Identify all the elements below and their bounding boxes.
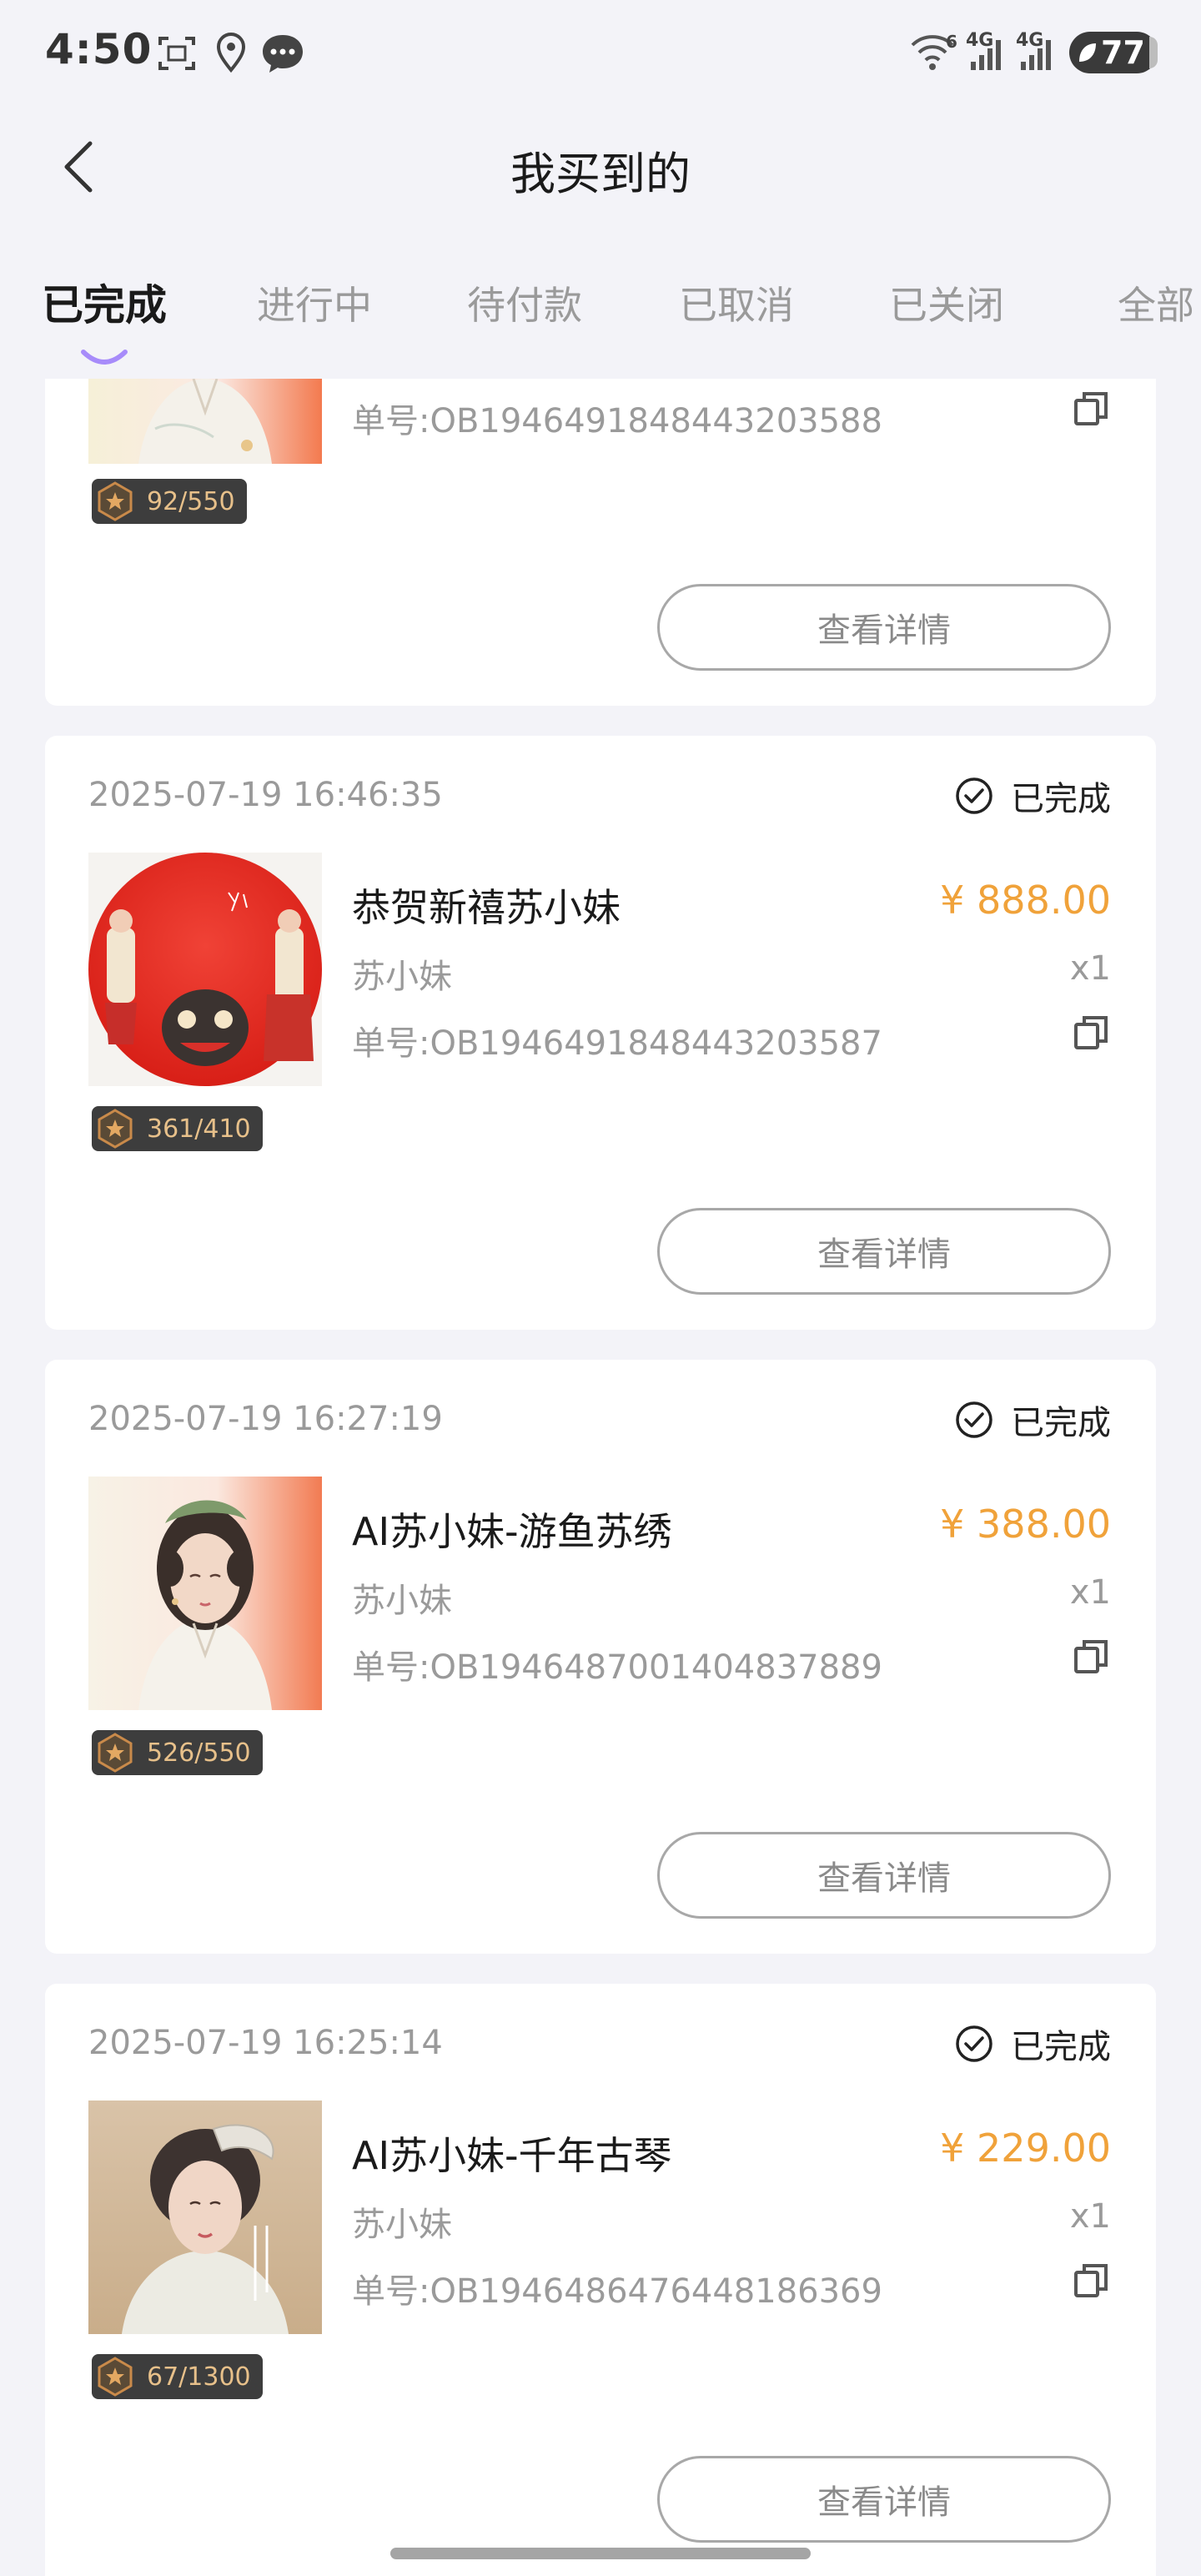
order-number: 单号:OB1946487001404837889 bbox=[352, 1648, 882, 1687]
product-thumbnail[interactable] bbox=[88, 1477, 322, 1710]
order-number: 单号:OB1946491848443203587 bbox=[352, 1024, 882, 1063]
battery-saver-icon bbox=[1079, 43, 1096, 62]
view-details-button[interactable]: 查看详情 bbox=[657, 584, 1111, 671]
check-circle-icon bbox=[956, 777, 992, 814]
tab-in-progress[interactable]: 进行中 bbox=[257, 275, 372, 330]
order-status-tabs: 已完成 进行中 待付款 已取消 已关闭 全部 bbox=[0, 275, 1201, 367]
location-icon bbox=[216, 33, 246, 73]
copy-icon[interactable] bbox=[1071, 2261, 1111, 2301]
star-hexagon-icon bbox=[98, 481, 133, 521]
signal-icon bbox=[971, 40, 1001, 70]
copy-icon[interactable] bbox=[1071, 389, 1111, 429]
new-year-circle-image bbox=[88, 853, 322, 1086]
check-circle-icon bbox=[956, 2025, 992, 2062]
portrait-image bbox=[88, 379, 322, 464]
tab-pending-payment[interactable]: 待付款 bbox=[467, 275, 582, 330]
view-details-button[interactable]: 查看详情 bbox=[657, 1832, 1111, 1919]
order-date: 2025-07-19 16:25:14 bbox=[88, 2024, 443, 2062]
copy-icon[interactable] bbox=[1071, 1013, 1111, 1053]
portrait-image bbox=[88, 1477, 322, 1710]
quantity: x1 bbox=[1069, 1573, 1111, 1612]
star-hexagon-icon bbox=[98, 1109, 133, 1149]
order-date: 2025-07-19 16:27:19 bbox=[88, 1400, 443, 1438]
home-indicator[interactable] bbox=[390, 2548, 811, 2559]
edition-count: 92/550 bbox=[147, 486, 235, 516]
status-time: 4:50 bbox=[45, 25, 153, 73]
product-title[interactable]: AI苏小妹-游鱼苏绣 bbox=[352, 1502, 672, 1557]
message-icon bbox=[263, 35, 303, 73]
order-card: 2025-07-19 16:25:14 已完成 AI苏小妹-千年古琴 ¥ 229… bbox=[45, 1984, 1156, 2576]
order-card: 2025-07-19 16:46:35 已完成 恭贺新禧苏小妹 ¥ 888.00… bbox=[45, 736, 1156, 1330]
order-card: 单号:OB1946491848443203588 92/550 查看详情 bbox=[45, 379, 1156, 706]
edition-badge: 526/550 bbox=[92, 1730, 263, 1775]
active-tab-indicator bbox=[81, 350, 128, 365]
quantity: x1 bbox=[1069, 949, 1111, 988]
status-label: 已完成 bbox=[1011, 780, 1111, 818]
copy-icon[interactable] bbox=[1071, 1637, 1111, 1677]
tab-cancelled[interactable]: 已取消 bbox=[679, 275, 794, 330]
order-status: 已完成 bbox=[954, 774, 1111, 818]
order-number: 单号:OB1946486476448186369 bbox=[352, 2272, 882, 2311]
battery-level: 77 bbox=[1101, 34, 1145, 71]
portrait-image bbox=[88, 2101, 322, 2334]
battery-cap bbox=[1149, 37, 1158, 68]
edition-count: 361/410 bbox=[147, 1114, 251, 1144]
quantity: x1 bbox=[1069, 2197, 1111, 2236]
product-title[interactable]: 恭贺新禧苏小妹 bbox=[352, 878, 621, 933]
tab-closed[interactable]: 已关闭 bbox=[889, 275, 1004, 330]
product-thumbnail[interactable] bbox=[88, 2101, 322, 2334]
page-title: 我买到的 bbox=[510, 148, 691, 200]
order-list[interactable]: 单号:OB1946491848443203588 92/550 查看详情 202… bbox=[0, 379, 1201, 2576]
tab-all[interactable]: 全部 bbox=[1118, 275, 1194, 330]
view-details-button[interactable]: 查看详情 bbox=[657, 2456, 1111, 2543]
tab-completed[interactable]: 已完成 bbox=[42, 272, 167, 332]
product-thumbnail[interactable] bbox=[88, 379, 322, 464]
order-date: 2025-07-19 16:46:35 bbox=[88, 776, 443, 814]
edition-count: 67/1300 bbox=[147, 2362, 251, 2392]
edition-count: 526/550 bbox=[147, 1738, 251, 1768]
seller-name: 苏小妹 bbox=[352, 2206, 452, 2244]
edition-badge: 67/1300 bbox=[92, 2354, 263, 2399]
header: 我买到的 bbox=[0, 100, 1201, 234]
product-price: ¥ 388.00 bbox=[940, 1502, 1111, 1547]
edition-badge: 92/550 bbox=[92, 479, 247, 524]
status-label: 已完成 bbox=[1011, 2028, 1111, 2066]
product-thumbnail[interactable] bbox=[88, 853, 322, 1086]
signal-icon bbox=[1021, 40, 1051, 70]
seller-name: 苏小妹 bbox=[352, 958, 452, 996]
order-status: 已完成 bbox=[954, 2022, 1111, 2066]
product-title[interactable]: AI苏小妹-千年古琴 bbox=[352, 2126, 672, 2181]
check-circle-icon bbox=[956, 1401, 992, 1438]
star-hexagon-icon bbox=[98, 1733, 133, 1773]
status-bar: 4:50 6 4G 4G 77 bbox=[0, 0, 1201, 100]
order-status: 已完成 bbox=[954, 1398, 1111, 1442]
view-details-button[interactable]: 查看详情 bbox=[657, 1208, 1111, 1295]
screenshot-icon bbox=[158, 37, 195, 70]
status-label: 已完成 bbox=[1011, 1404, 1111, 1442]
wifi-label: 6 bbox=[946, 32, 957, 52]
seller-name: 苏小妹 bbox=[352, 1582, 452, 1620]
edition-badge: 361/410 bbox=[92, 1106, 263, 1151]
product-price: ¥ 229.00 bbox=[940, 2126, 1111, 2171]
order-number: 单号:OB1946491848443203588 bbox=[352, 402, 882, 440]
star-hexagon-icon bbox=[98, 2357, 133, 2397]
product-price: ¥ 888.00 bbox=[940, 878, 1111, 923]
order-card: 2025-07-19 16:27:19 已完成 AI苏小妹-游鱼苏绣 ¥ 388… bbox=[45, 1360, 1156, 1954]
